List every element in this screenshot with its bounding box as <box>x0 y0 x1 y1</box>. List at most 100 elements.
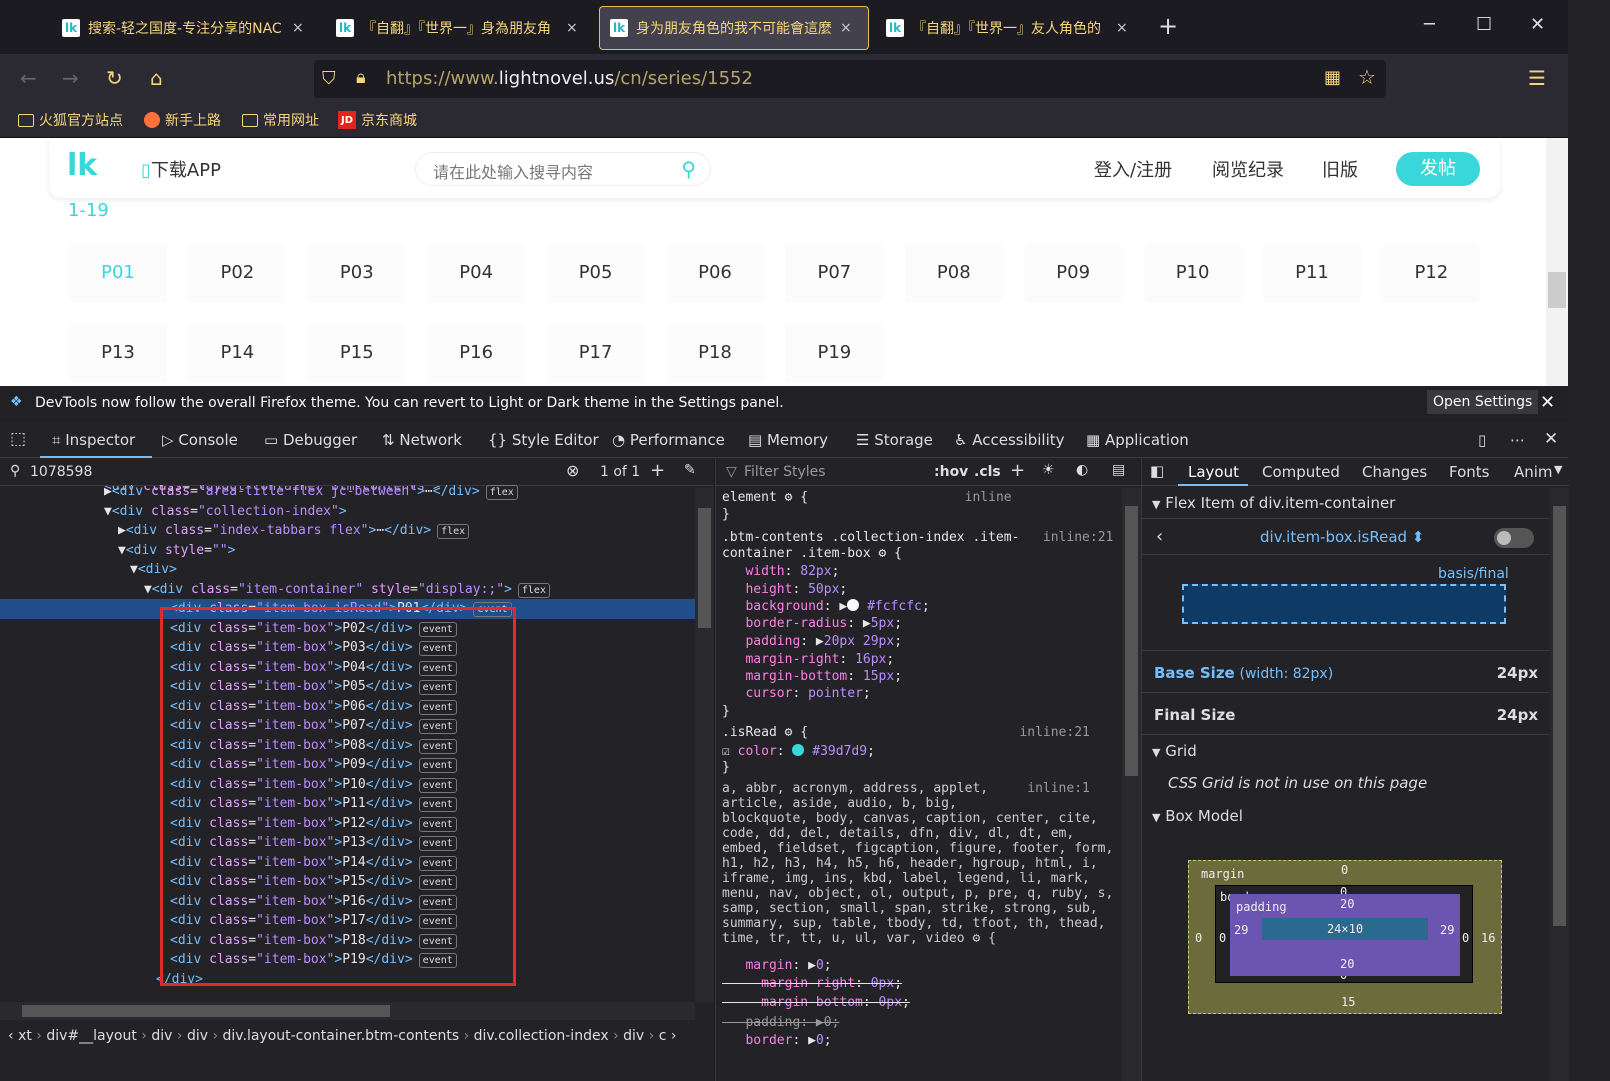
new-tab-button[interactable]: + <box>1158 12 1178 40</box>
markup-node-item-box[interactable]: <div class="item-box">P09</div> event <box>0 755 695 775</box>
chapter-item[interactable]: P08 <box>904 243 1003 303</box>
tab-style-editor[interactable]: {} Style Editor <box>488 431 599 449</box>
login-link[interactable]: 登入/注册 <box>1094 156 1172 182</box>
markup-node-item-box[interactable]: <div class="item-box isRead">P01</div> ev… <box>0 599 695 619</box>
markup-vertical-scrollbar[interactable] <box>695 488 714 1002</box>
old-version-link[interactable]: 旧版 <box>1322 156 1358 182</box>
chapter-item[interactable]: P03 <box>307 243 406 303</box>
url-text[interactable]: https://www.lightnovel.us/cn/series/1552 <box>386 68 753 89</box>
horizontal-scrollbar[interactable] <box>0 1002 695 1020</box>
chapter-item[interactable]: P12 <box>1382 243 1481 303</box>
flex-element-selector[interactable]: div.item-box.isRead ⬍ <box>1260 528 1424 546</box>
chevron-down-icon[interactable]: ▼ <box>1554 463 1562 476</box>
tab-changes[interactable]: Changes <box>1362 463 1427 481</box>
chapter-item[interactable]: P11 <box>1263 243 1361 303</box>
markup-search-input[interactable]: 1078598 <box>30 464 92 480</box>
qr-code-icon[interactable]: ▦ <box>1324 67 1341 88</box>
back-icon[interactable]: ← <box>20 66 37 90</box>
close-icon[interactable]: × <box>840 20 852 36</box>
markup-node[interactable]: ▶<div class="area-title flex jc-between"… <box>0 482 695 502</box>
eyedropper-icon[interactable]: ✎ <box>684 462 696 478</box>
picker-icon[interactable]: ⬚ <box>10 429 26 449</box>
flex-item-section[interactable]: ▼ Flex Item of div.item-container <box>1152 494 1579 512</box>
markup-node[interactable]: ▶<div class="index-tabbars flex">⋯</div>… <box>0 521 695 541</box>
rules-scrollbar[interactable] <box>1122 488 1141 1081</box>
tab-storage[interactable]: ☰ Storage <box>856 431 933 449</box>
chapter-item[interactable]: P06 <box>666 243 764 303</box>
dark-theme-icon[interactable]: ◐ <box>1076 462 1088 478</box>
site-search-input[interactable]: 请在此处输入搜寻内容 ⚲ <box>415 152 711 186</box>
tab-inspector[interactable]: ⌗ Inspector <box>52 431 135 449</box>
markup-node-item-box[interactable]: <div class="item-box">P03</div> event <box>0 638 695 658</box>
bookmark-jd[interactable]: JD 京东商城 <box>338 110 417 130</box>
markup-node-item-box[interactable]: <div class="item-box">P13</div> event <box>0 833 695 853</box>
tab-debugger[interactable]: ▭ Debugger <box>264 431 357 449</box>
markup-node[interactable]: ▼<div style=""> <box>0 541 695 561</box>
breadcrumb-item[interactable]: div <box>623 1028 644 1044</box>
shield-icon[interactable]: ⛉ <box>322 68 336 89</box>
light-theme-icon[interactable]: ☀ <box>1042 462 1055 478</box>
grid-section[interactable]: ▼ Grid <box>1152 742 1579 760</box>
tab-application[interactable]: ▦ Application <box>1086 431 1189 449</box>
chapter-item[interactable]: P02 <box>188 243 287 303</box>
chapter-item[interactable]: P01 <box>69 243 167 303</box>
close-window-icon[interactable]: ✕ <box>1530 14 1545 35</box>
chapter-item[interactable]: P16 <box>427 323 526 383</box>
chapter-item[interactable]: P05 <box>546 243 645 303</box>
bookmark-star-icon[interactable]: ☆ <box>1358 65 1376 89</box>
tab-novel-active[interactable]: lk 身为朋友角色的我不可能會這麼 × <box>599 6 869 50</box>
bookmark-firefox-official[interactable]: 火狐官方站点 <box>18 110 123 130</box>
chevron-left-icon[interactable]: ‹ <box>8 1028 14 1044</box>
tab-console[interactable]: ▷ Console <box>162 431 238 449</box>
maximize-icon[interactable]: ☐ <box>1476 14 1492 35</box>
close-icon[interactable]: ✕ <box>1540 392 1555 413</box>
menu-icon[interactable]: ☰ <box>1528 66 1546 90</box>
post-button[interactable]: 发帖 <box>1396 152 1480 186</box>
breadcrumb-item[interactable]: xt <box>18 1028 32 1044</box>
markup-node-item-box[interactable]: <div class="item-box">P07</div> event <box>0 716 695 736</box>
markup-node-item-box[interactable]: <div class="item-box">P05</div> event <box>0 677 695 697</box>
breadcrumb-item[interactable]: div.layout-container.btm-contents <box>223 1028 460 1044</box>
layout-scrollbar[interactable] <box>1550 488 1569 1081</box>
tab-memory[interactable]: ▤ Memory <box>748 431 828 449</box>
tab-novel-1[interactable]: lk 『自翻』『世界一』身為朋友角 × <box>326 6 591 50</box>
tab-accessibility[interactable]: ♿︎ Accessibility <box>954 431 1065 449</box>
clear-search-icon[interactable]: ⊗ <box>566 461 579 480</box>
markup-node-item-box[interactable]: <div class="item-box">P10</div> event <box>0 775 695 795</box>
add-node-icon[interactable]: + <box>650 460 665 481</box>
markup-node[interactable]: ▼<div class="item-container" style="disp… <box>0 580 695 600</box>
tab-fonts[interactable]: Fonts <box>1449 463 1489 481</box>
forward-icon[interactable]: → <box>62 66 79 90</box>
filter-styles-input[interactable]: Filter Styles <box>744 464 826 480</box>
close-icon[interactable]: × <box>1116 20 1128 36</box>
page-scrollbar[interactable] <box>1546 138 1568 386</box>
add-rule-icon[interactable]: + <box>1010 460 1025 481</box>
markup-node-item-box[interactable]: <div class="item-box">P04</div> event <box>0 658 695 678</box>
flex-highlight-toggle[interactable] <box>1494 528 1534 548</box>
markup-node[interactable]: ▼<div class="collection-index"> <box>0 502 695 522</box>
print-icon[interactable]: ▤ <box>1112 462 1125 478</box>
site-logo[interactable]: lk <box>67 148 105 188</box>
markup-node-item-box[interactable]: <div class="item-box">P06</div> event <box>0 697 695 717</box>
sidebar-toggle-icon[interactable]: ◧ <box>1150 462 1164 480</box>
search-icon[interactable]: ⚲ <box>681 157 696 181</box>
download-app-link[interactable]: ▯下载APP <box>141 156 221 182</box>
breadcrumb-item[interactable]: div <box>187 1028 208 1044</box>
tab-network[interactable]: ⇅ Network <box>382 431 462 449</box>
tab-computed[interactable]: Computed <box>1262 463 1340 481</box>
reload-icon[interactable]: ↻ <box>106 66 123 90</box>
tab-layout[interactable]: Layout <box>1188 463 1239 481</box>
markup-node-item-box[interactable]: <div class="item-box">P11</div> event <box>0 794 695 814</box>
chapter-item[interactable]: P04 <box>427 243 526 303</box>
markup-node-item-box[interactable]: <div class="item-box">P16</div> event <box>0 892 695 912</box>
markup-node[interactable]: </div> <box>0 970 695 990</box>
close-icon[interactable]: × <box>566 20 578 36</box>
class-toggle-button[interactable]: .cls <box>974 464 1001 480</box>
markup-node-item-box[interactable]: <div class="item-box">P18</div> event <box>0 931 695 951</box>
close-devtools-icon[interactable]: ✕ <box>1544 429 1558 449</box>
chapter-item[interactable]: P10 <box>1143 243 1242 303</box>
chapter-item[interactable]: P15 <box>307 323 406 383</box>
breadcrumb-item[interactable]: div.collection-index <box>474 1028 609 1044</box>
tab-performance[interactable]: ◔ Performance <box>612 431 725 449</box>
markup-node-item-box[interactable]: <div class="item-box">P17</div> event <box>0 911 695 931</box>
